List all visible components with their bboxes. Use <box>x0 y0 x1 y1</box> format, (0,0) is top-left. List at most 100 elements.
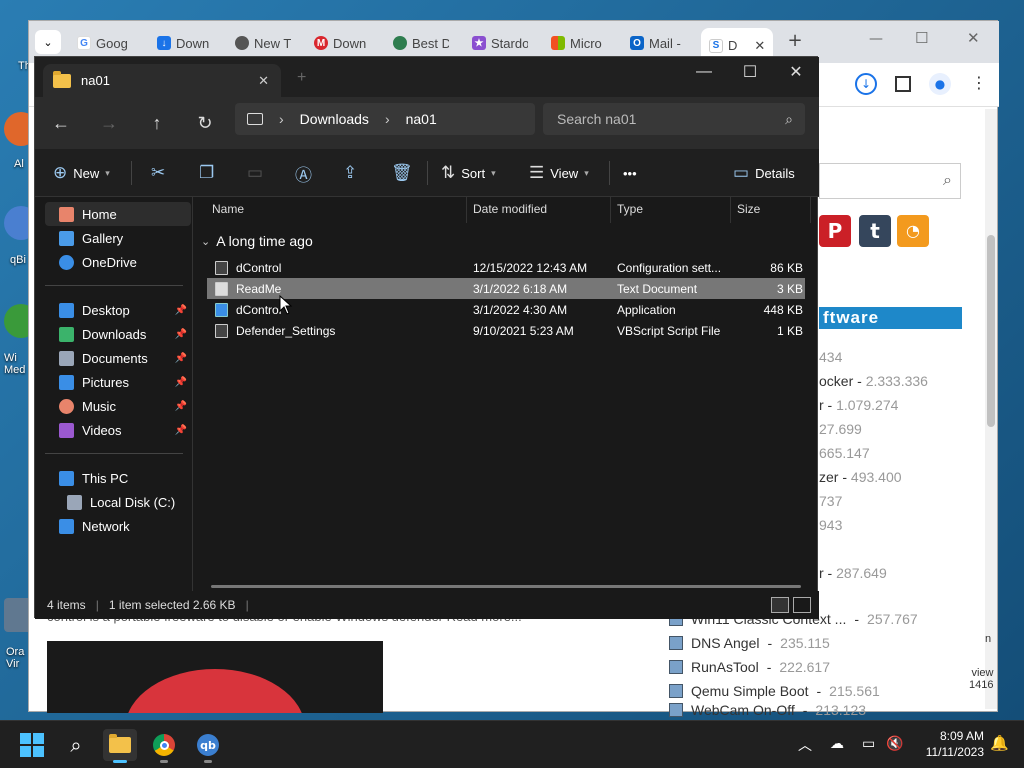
chrome-tab[interactable]: G Goog <box>77 30 131 56</box>
list-item[interactable]: 665.147 <box>819 441 928 465</box>
back-icon[interactable]: ← <box>45 107 77 139</box>
tab-search-chevron-icon[interactable]: ⌄ <box>35 30 61 54</box>
nav-item-gallery[interactable]: Gallery <box>45 226 191 250</box>
nav-item-documents[interactable]: Documents 📌 <box>45 346 191 370</box>
maximize-icon[interactable]: ☐ <box>727 57 773 87</box>
horizontal-scrollbar[interactable] <box>211 585 801 588</box>
pin-icon[interactable]: 📌 <box>175 401 187 412</box>
close-window-icon[interactable]: ✕ <box>773 57 819 87</box>
clock[interactable]: 8:09 AM 11/11/2023 <box>914 728 984 760</box>
list-item[interactable]: r - 1.079.274 <box>819 393 928 417</box>
forward-icon[interactable]: → <box>93 107 125 139</box>
taskbar-search-icon[interactable]: ⌕ <box>59 729 93 761</box>
chrome-tab[interactable]: M Down <box>314 30 370 56</box>
scrollbar-thumb[interactable] <box>987 235 995 427</box>
nav-item-onedrive[interactable]: OneDrive <box>45 250 191 274</box>
chrome-tab[interactable]: Micro <box>551 30 607 56</box>
file-row[interactable]: Defender_Settings 9/10/2021 5:23 AM VBSc… <box>207 320 805 341</box>
taskbar-explorer-button[interactable] <box>103 729 137 763</box>
list-item[interactable]: 737 <box>819 489 928 513</box>
file-row-selected[interactable]: ReadMe 3/1/2022 6:18 AM Text Document 3 … <box>207 278 805 299</box>
nav-item-pictures[interactable]: Pictures 📌 <box>45 370 191 394</box>
nav-item-local-disk[interactable]: Local Disk (C:) <box>45 490 191 514</box>
rss-icon[interactable]: ◔ <box>897 215 929 247</box>
volume-tray-icon[interactable]: 🔇 <box>886 735 903 752</box>
notification-bell-icon[interactable]: 🔔 <box>990 734 1009 752</box>
cut-button[interactable]: ✂ <box>151 157 165 189</box>
sort-button[interactable]: ⇅ Sort ▾ <box>441 157 496 189</box>
site-search-input[interactable]: ⌕ <box>819 163 961 199</box>
chrome-close-icon[interactable]: ✕ <box>967 29 980 47</box>
column-header-date[interactable]: Date modified <box>473 202 547 216</box>
new-tab-icon[interactable]: + <box>297 69 306 87</box>
onedrive-tray-icon[interactable]: ☁ <box>830 735 844 752</box>
chrome-maximize-icon[interactable]: ☐ <box>915 29 928 47</box>
chrome-tab[interactable]: ↓ Down <box>157 30 213 56</box>
refresh-icon[interactable]: ↻ <box>189 107 221 139</box>
list-item[interactable]: ocker - 2.333.336 <box>819 369 928 393</box>
column-divider[interactable] <box>610 197 611 223</box>
taskbar-qbittorrent-button[interactable]: qb <box>191 729 225 763</box>
share-button[interactable]: ⇪ <box>343 157 357 189</box>
list-item[interactable]: 943 <box>819 513 928 537</box>
explorer-tab[interactable]: na01 ✕ <box>43 64 281 97</box>
column-divider[interactable] <box>810 197 811 223</box>
minimize-icon[interactable]: — <box>681 57 727 87</box>
search-icon[interactable]: ⌕ <box>943 170 952 190</box>
chevron-right-icon[interactable]: › <box>279 111 284 127</box>
nav-item-music[interactable]: Music 📌 <box>45 394 191 418</box>
pin-icon[interactable]: 📌 <box>175 377 187 388</box>
chevron-right-icon[interactable]: › <box>385 111 390 127</box>
column-divider[interactable] <box>730 197 731 223</box>
pinterest-icon[interactable]: P <box>819 215 851 247</box>
view-button[interactable]: ☰ View ▾ <box>529 157 589 189</box>
nav-item-videos[interactable]: Videos 📌 <box>45 418 191 442</box>
taskbar-chrome-button[interactable] <box>147 729 181 763</box>
sidebar-item[interactable]: RunAsTool - 222.617 <box>669 655 918 679</box>
nav-item-this-pc[interactable]: This PC <box>45 466 191 490</box>
breadcrumb-item[interactable]: Downloads <box>300 111 369 127</box>
pin-icon[interactable]: 📌 <box>175 353 187 364</box>
large-icons-view-icon[interactable] <box>793 597 811 613</box>
group-header[interactable]: ⌄ A long time ago <box>201 233 313 249</box>
chrome-tab[interactable]: O Mail - <box>630 30 688 56</box>
list-item[interactable]: zer - 493.400 <box>819 465 928 489</box>
nav-item-network[interactable]: Network <box>45 514 191 538</box>
nav-item-desktop[interactable]: Desktop 📌 <box>45 298 191 322</box>
up-icon[interactable]: ↑ <box>141 107 173 139</box>
column-header-name[interactable]: Name <box>212 202 244 216</box>
column-header-type[interactable]: Type <box>617 202 643 216</box>
show-hidden-icons-chevron-icon[interactable]: ︿ <box>798 735 812 755</box>
start-button[interactable] <box>15 729 49 761</box>
rename-button[interactable]: Ⓐ <box>295 157 312 189</box>
details-view-icon[interactable] <box>771 597 789 613</box>
tumblr-icon[interactable]: t <box>859 215 891 247</box>
copy-button[interactable]: ❐ <box>199 157 214 189</box>
sidebar-item[interactable]: Qemu Simple Boot - 215.561 <box>669 679 918 703</box>
breadcrumb-item[interactable]: na01 <box>406 111 437 127</box>
chrome-tab[interactable]: ★ Stardo <box>472 30 528 56</box>
chrome-tab[interactable]: New T <box>235 30 291 56</box>
delete-button[interactable]: 🗑 <box>391 157 413 189</box>
close-tab-icon[interactable]: ✕ <box>258 73 269 89</box>
paste-button[interactable]: ▭ <box>247 157 263 189</box>
sidebar-item[interactable]: WebCam On-Off - 213.123 <box>669 703 918 717</box>
new-button[interactable]: ⊕ New ▾ <box>53 157 110 189</box>
see-more-button[interactable]: ••• <box>623 157 637 189</box>
file-row[interactable]: dControl 3/1/2022 4:30 AM Application 44… <box>207 299 805 320</box>
address-bar[interactable]: › Downloads › na01 <box>235 103 535 135</box>
sidebar-item[interactable]: DNS Angel - 235.115 <box>669 631 918 655</box>
new-tab-button[interactable]: + <box>783 30 807 54</box>
chrome-menu-icon[interactable]: ⋮ <box>971 73 987 92</box>
pin-icon[interactable]: 📌 <box>175 329 187 340</box>
list-item[interactable]: r - 287.649 <box>819 561 928 585</box>
details-button[interactable]: ▭ Details <box>733 157 795 189</box>
profile-icon[interactable]: ● <box>929 73 951 95</box>
list-item[interactable]: 434 <box>819 345 928 369</box>
file-row[interactable]: dControl 12/15/2022 12:43 AM Configurati… <box>207 257 805 278</box>
chrome-minimize-icon[interactable]: — <box>869 31 883 47</box>
chrome-tab[interactable]: Best D <box>393 30 449 56</box>
nav-item-downloads[interactable]: Downloads 📌 <box>45 322 191 346</box>
close-tab-icon[interactable]: ✕ <box>754 38 765 54</box>
page-scrollbar[interactable] <box>985 109 997 709</box>
